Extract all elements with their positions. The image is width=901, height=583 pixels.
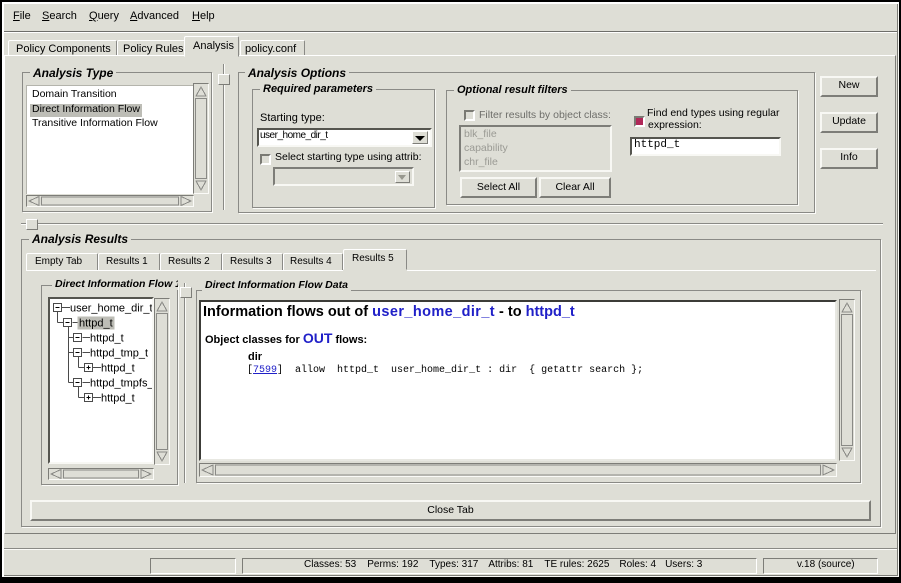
svg-text:user_home_dir_t: user_home_dir_t — [70, 303, 152, 315]
svg-text:httpd_tmp_t: httpd_tmp_t — [90, 348, 148, 360]
svg-text:httpd_t: httpd_t — [79, 318, 113, 330]
svg-text:httpd_t: httpd_t — [90, 333, 124, 345]
svg-text:httpd_tmpfs_t: httpd_tmpfs_t — [90, 378, 152, 390]
svg-text:httpd_t: httpd_t — [101, 363, 135, 375]
svg-text:httpd_t: httpd_t — [101, 393, 135, 405]
